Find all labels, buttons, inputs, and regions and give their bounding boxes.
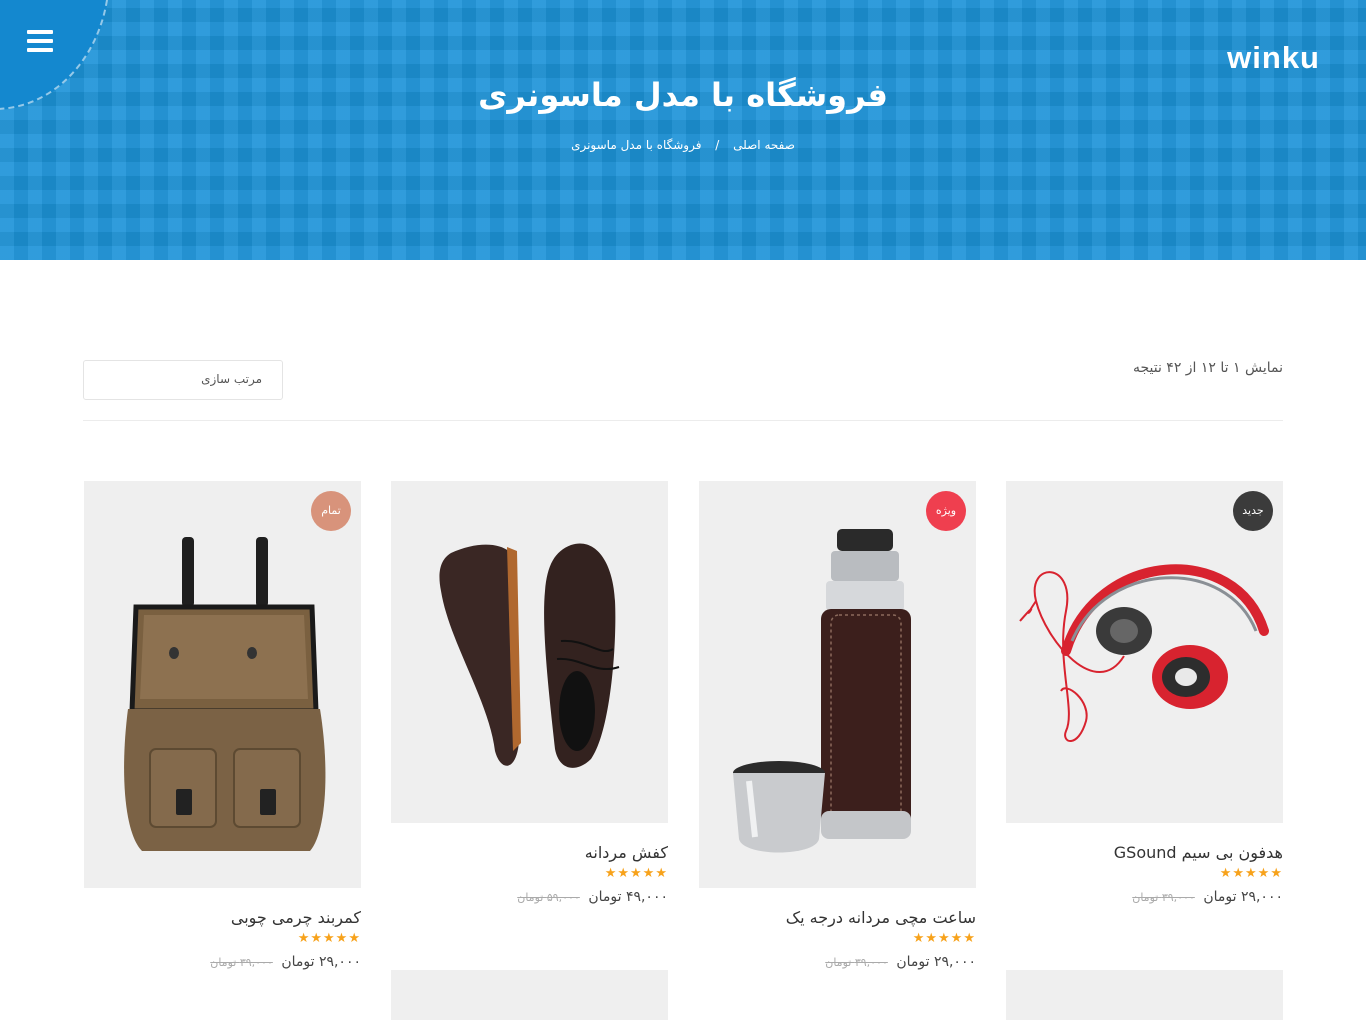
product-image-placeholder[interactable]	[1006, 970, 1283, 1020]
result-count: نمایش ۱ تا ۱۲ از ۴۲ نتیجه	[1132, 360, 1283, 376]
product-card[interactable]: ویژه ساعت مچی مردانه درجه یک ★★★★★ ۲۹,۰۰…	[699, 481, 976, 970]
breadcrumb: صفحه اصلی / فروشگاه با مدل ماسونری	[0, 138, 1366, 152]
product-price: ۲۹,۰۰۰ تومان ۳۹,۰۰۰ تومان	[84, 954, 361, 970]
product-price: ۲۹,۰۰۰ تومان ۳۹,۰۰۰ تومان	[1006, 889, 1283, 905]
star-rating-icon: ★★★★★	[1219, 866, 1283, 881]
thermos-image	[733, 529, 911, 853]
product-card[interactable]: کفش مردانه ★★★★★ ۴۹,۰۰۰ تومان ۵۹,۰۰۰ توم…	[391, 481, 668, 905]
product-name[interactable]: هدفون بی سیم GSound	[1006, 843, 1283, 862]
product-card[interactable]: جدید هدفون بی سیم GSound ★★★★★ ۲۹,۰۰۰ تو…	[1006, 481, 1283, 905]
bag-image	[124, 537, 326, 851]
site-logo[interactable]: winku	[1227, 40, 1320, 76]
shoes-image	[439, 543, 620, 768]
status-badge: جدید	[1233, 491, 1273, 531]
star-rating-icon: ★★★★★	[912, 931, 976, 946]
product-card[interactable]: تمام کمربند چرمی چوبی ★★★★★ ۲۹,۰۰۰ تومان…	[84, 481, 361, 970]
breadcrumb-separator: /	[715, 138, 720, 152]
product-price: ۴۹,۰۰۰ تومان ۵۹,۰۰۰ تومان	[391, 889, 668, 905]
old-price: ۵۹,۰۰۰ تومان	[517, 891, 580, 904]
current-price: ۲۹,۰۰۰ تومان	[1203, 889, 1283, 905]
product-image[interactable]: تمام	[84, 481, 361, 888]
product-name[interactable]: کفش مردانه	[391, 843, 668, 862]
status-badge: ویژه	[926, 491, 966, 531]
star-rating-icon: ★★★★★	[297, 931, 361, 946]
hamburger-menu-icon[interactable]	[27, 30, 53, 54]
old-price: ۳۹,۰۰۰ تومان	[210, 956, 273, 969]
product-name[interactable]: ساعت مچی مردانه درجه یک	[699, 908, 976, 927]
toolbar-divider	[83, 420, 1283, 421]
sort-select[interactable]: مرتب سازی	[83, 360, 283, 400]
page-hero: winku فروشگاه با مدل ماسونری صفحه اصلی /…	[0, 0, 1366, 260]
headphones-image	[1019, 564, 1269, 742]
current-price: ۲۹,۰۰۰ تومان	[281, 954, 361, 970]
product-image[interactable]	[391, 481, 668, 823]
old-price: ۳۹,۰۰۰ تومان	[1132, 891, 1195, 904]
old-price: ۳۹,۰۰۰ تومان	[825, 956, 888, 969]
status-badge: تمام	[311, 491, 351, 531]
product-image-placeholder[interactable]	[391, 970, 668, 1020]
product-name[interactable]: کمربند چرمی چوبی	[84, 908, 361, 927]
page-title: فروشگاه با مدل ماسونری	[478, 76, 888, 114]
breadcrumb-home-link[interactable]: صفحه اصلی	[733, 138, 795, 152]
product-image[interactable]: جدید	[1006, 481, 1283, 823]
product-image[interactable]: ویژه	[699, 481, 976, 888]
product-price: ۲۹,۰۰۰ تومان ۳۹,۰۰۰ تومان	[699, 954, 976, 970]
breadcrumb-current: فروشگاه با مدل ماسونری	[571, 138, 702, 152]
star-rating-icon: ★★★★★	[604, 866, 668, 881]
current-price: ۴۹,۰۰۰ تومان	[588, 889, 668, 905]
current-price: ۲۹,۰۰۰ تومان	[896, 954, 976, 970]
